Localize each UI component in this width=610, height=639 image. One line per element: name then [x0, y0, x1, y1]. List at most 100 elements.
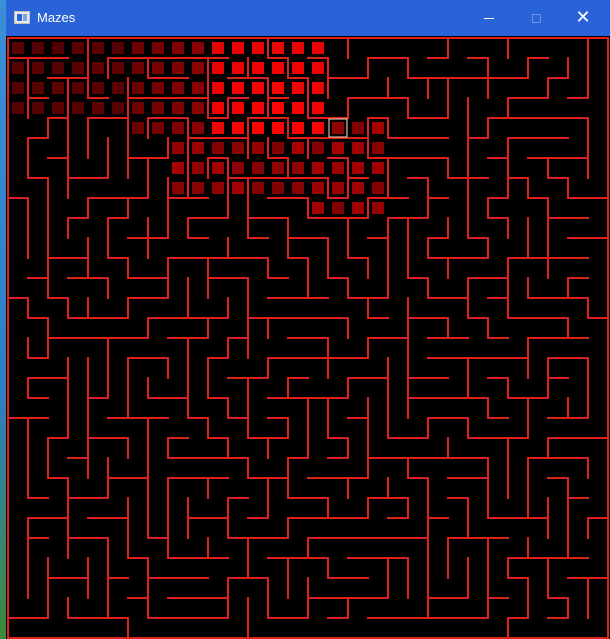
visited-cell [292, 162, 304, 174]
visited-cell [372, 142, 384, 154]
visited-cell [292, 142, 304, 154]
maximize-button[interactable] [513, 0, 559, 36]
visited-cell [252, 162, 264, 174]
visited-cell [172, 122, 184, 134]
visited-cell [172, 162, 184, 174]
visited-cell [352, 202, 364, 214]
visited-cell [212, 102, 224, 114]
visited-cell [272, 162, 284, 174]
window-title: Mazes [37, 10, 76, 25]
visited-cell [312, 102, 324, 114]
visited-cell [72, 82, 84, 94]
visited-cell [272, 82, 284, 94]
visited-cell [272, 42, 284, 54]
visited-cell [352, 182, 364, 194]
visited-cell [232, 142, 244, 154]
visited-cell [172, 142, 184, 154]
visited-cell [332, 122, 344, 134]
visited-cell [212, 182, 224, 194]
visited-cell [52, 62, 64, 74]
visited-cell [112, 82, 124, 94]
visited-cell [192, 182, 204, 194]
visited-cell [212, 42, 224, 54]
visited-cell [92, 42, 104, 54]
visited-cell [312, 142, 324, 154]
visited-cell [32, 42, 44, 54]
visited-cell [12, 102, 24, 114]
visited-cell [332, 182, 344, 194]
visited-cell [72, 102, 84, 114]
visited-cell [92, 82, 104, 94]
visited-cell [132, 122, 144, 134]
visited-cell [292, 42, 304, 54]
app-window: Mazes ✕ [6, 0, 610, 639]
visited-cell [232, 162, 244, 174]
visited-cell [292, 122, 304, 134]
visited-cell [292, 102, 304, 114]
visited-cell [332, 142, 344, 154]
visited-cell [152, 42, 164, 54]
visited-cell [352, 122, 364, 134]
visited-cell [32, 102, 44, 114]
visited-cell [212, 62, 224, 74]
visited-cell [272, 182, 284, 194]
visited-cell [272, 142, 284, 154]
visited-cell [32, 82, 44, 94]
visited-cell [132, 82, 144, 94]
visited-cell [72, 42, 84, 54]
visited-cell [272, 62, 284, 74]
visited-cell [72, 62, 84, 74]
visited-cell [292, 182, 304, 194]
minimize-icon [484, 17, 494, 19]
visited-cell [252, 182, 264, 194]
visited-cell [192, 142, 204, 154]
visited-cell [372, 182, 384, 194]
visited-cell [172, 182, 184, 194]
visited-cell [232, 42, 244, 54]
visited-cell [212, 122, 224, 134]
visited-cell [12, 62, 24, 74]
visited-cell [292, 82, 304, 94]
visited-cell [312, 162, 324, 174]
visited-cell [192, 82, 204, 94]
visited-cell [232, 182, 244, 194]
visited-cell [232, 122, 244, 134]
visited-cell [332, 162, 344, 174]
close-button[interactable]: ✕ [560, 0, 606, 36]
visited-cell [32, 62, 44, 74]
visited-cell [252, 122, 264, 134]
visited-cell [132, 62, 144, 74]
visited-cell [92, 62, 104, 74]
visited-cell [112, 102, 124, 114]
visited-cell [112, 42, 124, 54]
visited-cell [312, 182, 324, 194]
visited-cell [252, 102, 264, 114]
app-window-icon[interactable] [14, 11, 30, 24]
visited-cell [112, 62, 124, 74]
visited-cell [312, 62, 324, 74]
visited-cell [212, 162, 224, 174]
visited-cell [232, 102, 244, 114]
title-bar[interactable]: Mazes ✕ [6, 0, 610, 36]
visited-cell [52, 102, 64, 114]
visited-cell [252, 62, 264, 74]
visited-cell [292, 62, 304, 74]
visited-cell [52, 82, 64, 94]
visited-cell [152, 122, 164, 134]
visited-cell [272, 102, 284, 114]
visited-cell [132, 42, 144, 54]
visited-cell [52, 42, 64, 54]
visited-cell [312, 122, 324, 134]
visited-cell [192, 42, 204, 54]
visited-cell [92, 102, 104, 114]
visited-cell [372, 202, 384, 214]
visited-cell [232, 62, 244, 74]
visited-cell [152, 62, 164, 74]
visited-cell [192, 102, 204, 114]
visited-cell [252, 42, 264, 54]
minimize-button[interactable] [466, 0, 512, 36]
visited-cell [372, 122, 384, 134]
visited-cell [212, 142, 224, 154]
visited-cell [252, 142, 264, 154]
maze-board [6, 36, 610, 639]
